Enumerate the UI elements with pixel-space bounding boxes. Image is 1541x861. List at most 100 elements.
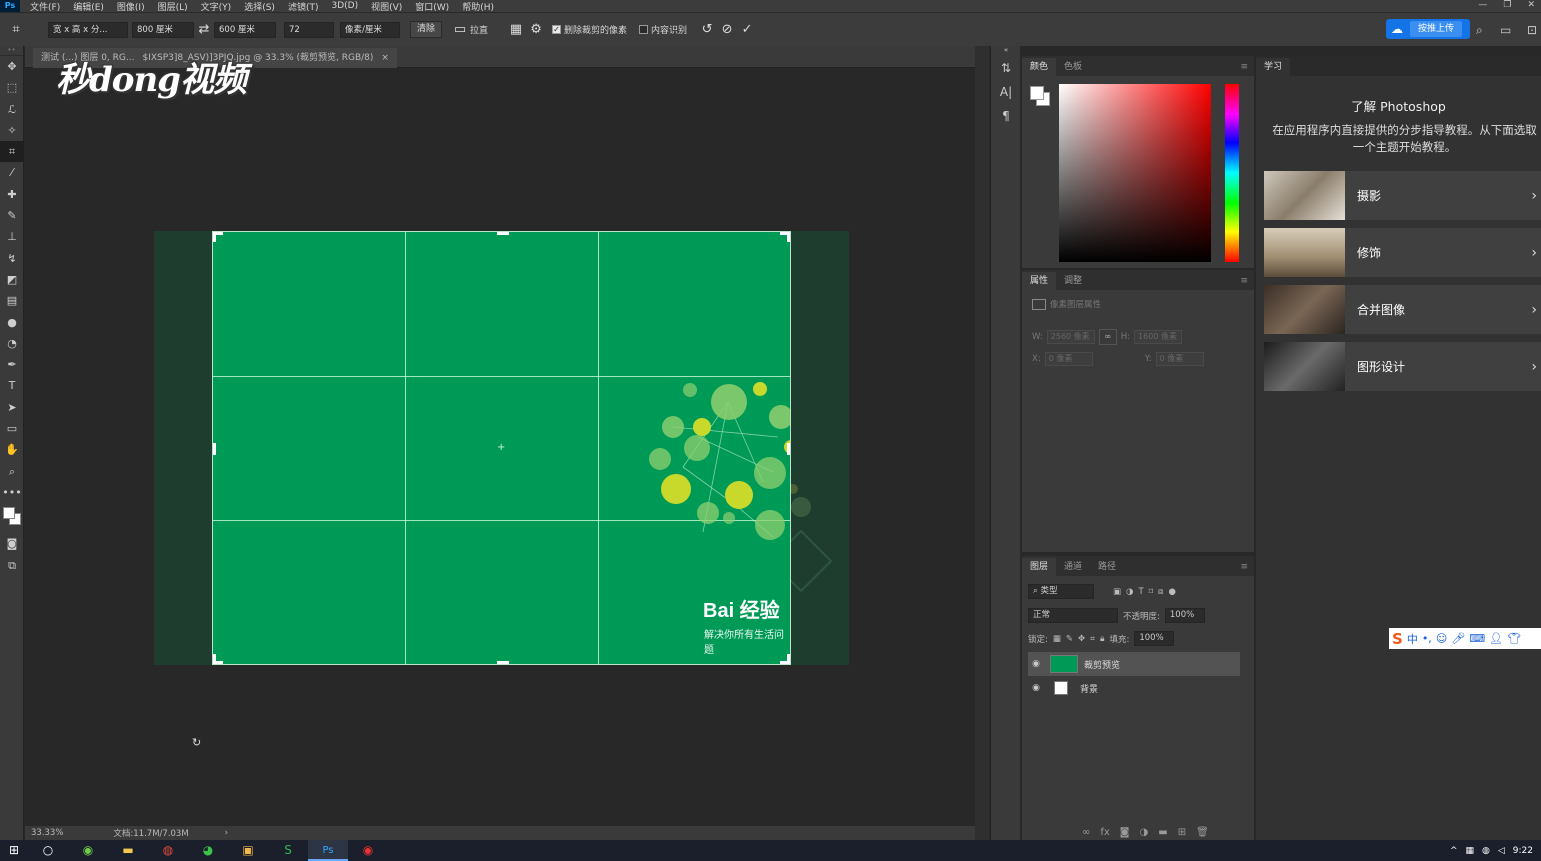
crop-tool-icon[interactable]: ⌗ xyxy=(0,141,24,163)
width-field[interactable]: 2560 像素 xyxy=(1046,330,1095,344)
fill-input[interactable]: 100% xyxy=(1134,631,1175,646)
learn-item-retouching[interactable]: 修饰 › xyxy=(1264,228,1541,277)
cancel-icon[interactable]: ⊘ xyxy=(717,22,737,37)
punctuation-icon[interactable]: •, xyxy=(1422,632,1432,645)
app-icon[interactable]: ▣ xyxy=(228,840,268,861)
height-input[interactable]: 600 厘米 xyxy=(214,21,276,38)
filter-adjustment-icon[interactable]: ◑ xyxy=(1126,587,1133,597)
quick-mask-icon[interactable]: ◙ xyxy=(0,533,24,554)
collapse-arrows-icon[interactable]: « xyxy=(991,46,1021,56)
document-tab-close-icon[interactable]: × xyxy=(381,48,389,68)
delete-layer-icon[interactable]: 🗑︎ xyxy=(1196,827,1209,838)
crop-handle-bottom-left[interactable] xyxy=(213,654,216,664)
clone-stamp-tool-icon[interactable]: ⊥ xyxy=(0,226,24,247)
x-field[interactable]: 0 像素 xyxy=(1044,352,1093,366)
foreground-background-swatches[interactable] xyxy=(0,503,23,533)
crop-handle-bottom-right[interactable] xyxy=(787,654,790,664)
tray-expand-icon[interactable]: ^ xyxy=(1450,846,1458,856)
tab-swatches[interactable]: 色板 xyxy=(1056,58,1090,76)
lock-all-icon[interactable]: 🔒︎ xyxy=(1100,634,1105,644)
crop-settings-gear-icon[interactable]: ⚙ xyxy=(526,22,546,37)
minimize-button[interactable]: — xyxy=(1478,0,1487,10)
visibility-eye-icon[interactable]: ◉ xyxy=(1028,683,1044,693)
layer-row[interactable]: ◉ 背景 xyxy=(1028,676,1240,700)
restore-button[interactable]: ❐ xyxy=(1503,0,1511,10)
paragraph-panel-icon[interactable]: ¶ xyxy=(991,104,1021,128)
crop-handle-left[interactable] xyxy=(213,443,216,455)
hue-slider[interactable] xyxy=(1225,84,1239,262)
share-upload-button[interactable]: ☁ 按推上传 xyxy=(1386,19,1470,39)
more-tools-icon[interactable]: ••• xyxy=(0,482,24,503)
tab-paths[interactable]: 路径 xyxy=(1090,558,1124,576)
photoshop-taskbar-icon[interactable]: Ps xyxy=(308,840,348,861)
content-aware-checkbox[interactable]: 内容识别 xyxy=(639,23,687,36)
wechat-icon[interactable]: ◕ xyxy=(188,840,228,861)
close-button[interactable]: ✕ xyxy=(1527,0,1535,10)
straighten-label[interactable]: 拉直 xyxy=(470,23,488,36)
menu-view[interactable]: 视图(V) xyxy=(371,0,402,13)
lock-transparent-icon[interactable]: ▦ xyxy=(1053,634,1061,644)
menu-select[interactable]: 选择(S) xyxy=(244,0,275,13)
user-icon[interactable]: 👤︎ xyxy=(1489,632,1503,645)
move-tool-icon[interactable]: ✥ xyxy=(0,56,24,77)
rectangle-tool-icon[interactable]: ▭ xyxy=(0,418,24,439)
history-brush-tool-icon[interactable]: ↯ xyxy=(0,248,24,269)
layer-style-icon[interactable]: fx xyxy=(1100,827,1109,838)
learn-item-graphic-design[interactable]: 图形设计 › xyxy=(1264,342,1541,391)
filter-smart-object-icon[interactable]: ⧈ xyxy=(1158,587,1163,597)
menu-file[interactable]: 文件(F) xyxy=(30,0,60,13)
add-mask-icon[interactable]: ◙ xyxy=(1120,827,1130,838)
reset-icon[interactable]: ↺ xyxy=(697,22,717,37)
menu-edit[interactable]: 编辑(E) xyxy=(73,0,104,13)
tab-learn[interactable]: 学习 xyxy=(1256,58,1291,76)
marquee-tool-icon[interactable]: ⬚ xyxy=(0,77,24,98)
commit-check-icon[interactable]: ✓ xyxy=(737,22,757,37)
clock[interactable]: 9:22 xyxy=(1513,846,1533,856)
ime-toolbar[interactable]: S 中 •, ☺ 🎤︎ ⌨ 👤︎ 👕︎ xyxy=(1389,628,1541,649)
tray-network-icon[interactable]: ▦ xyxy=(1465,846,1474,856)
menu-layer[interactable]: 图层(L) xyxy=(158,0,188,13)
tab-properties[interactable]: 属性 xyxy=(1022,272,1057,290)
learn-item-combine-images[interactable]: 合并图像 › xyxy=(1264,285,1541,334)
status-arrow-icon[interactable]: › xyxy=(225,828,228,838)
crop-handle-bottom[interactable] xyxy=(497,661,509,664)
path-selection-tool-icon[interactable]: ➤ xyxy=(0,397,24,418)
pen-tool-icon[interactable]: ✒ xyxy=(0,354,24,375)
lasso-tool-icon[interactable]: ℒ xyxy=(0,99,24,120)
learn-item-photography[interactable]: 摄影 › xyxy=(1264,171,1541,220)
layer-row[interactable]: ◉ 裁剪预览 xyxy=(1028,652,1240,676)
tab-adjustments[interactable]: 调整 xyxy=(1056,272,1090,290)
eraser-tool-icon[interactable]: ◩ xyxy=(0,269,24,290)
swap-dimensions-icon[interactable]: ⇄ xyxy=(194,22,214,37)
y-field[interactable]: 0 像素 xyxy=(1155,352,1204,366)
crop-handle-top[interactable] xyxy=(497,232,509,235)
microphone-icon[interactable]: 🎤︎ xyxy=(1451,632,1465,645)
crop-preview[interactable]: Bai 经验 解决你所有生活问题 + xyxy=(212,231,791,665)
filter-type-icon[interactable]: T xyxy=(1138,587,1143,597)
blend-mode-select[interactable]: 正常 xyxy=(1028,608,1118,623)
workspace-icon[interactable]: ▭ xyxy=(1500,23,1511,37)
file-explorer-icon[interactable]: ▬ xyxy=(108,840,148,861)
menu-type[interactable]: 文字(Y) xyxy=(201,0,232,13)
browser-icon[interactable]: ◉ xyxy=(68,840,108,861)
straighten-icon[interactable]: ▭ xyxy=(450,22,470,37)
skin-icon[interactable]: 👕︎ xyxy=(1507,632,1521,645)
zoom-tool-icon[interactable]: ⌕ xyxy=(0,461,24,482)
resolution-input[interactable]: 72 xyxy=(284,21,334,38)
type-tool-icon[interactable]: T xyxy=(0,375,24,396)
screen-mode-icon[interactable]: ⧉ xyxy=(0,555,24,576)
panel-menu-icon[interactable]: ≡ xyxy=(1240,272,1248,290)
emoji-icon[interactable]: ☺ xyxy=(1436,632,1447,645)
ratio-select[interactable]: 宽 x 高 x 分... xyxy=(48,21,128,38)
lock-artboard-icon[interactable]: ⌗ xyxy=(1090,634,1095,644)
menu-filter[interactable]: 滤镜(T) xyxy=(288,0,319,13)
canvas-scrollbar[interactable] xyxy=(975,46,989,840)
visibility-eye-icon[interactable]: ◉ xyxy=(1028,659,1044,669)
search-icon[interactable]: ⌕ xyxy=(1476,23,1483,38)
tab-layers[interactable]: 图层 xyxy=(1022,558,1057,576)
resolution-unit-select[interactable]: 像素/厘米 xyxy=(340,21,400,38)
filter-toggle-icon[interactable]: ● xyxy=(1168,587,1175,597)
menu-window[interactable]: 窗口(W) xyxy=(415,0,449,13)
crop-tool-icon[interactable]: ⌗ xyxy=(6,22,26,37)
spreadsheet-icon[interactable]: S xyxy=(268,840,308,861)
